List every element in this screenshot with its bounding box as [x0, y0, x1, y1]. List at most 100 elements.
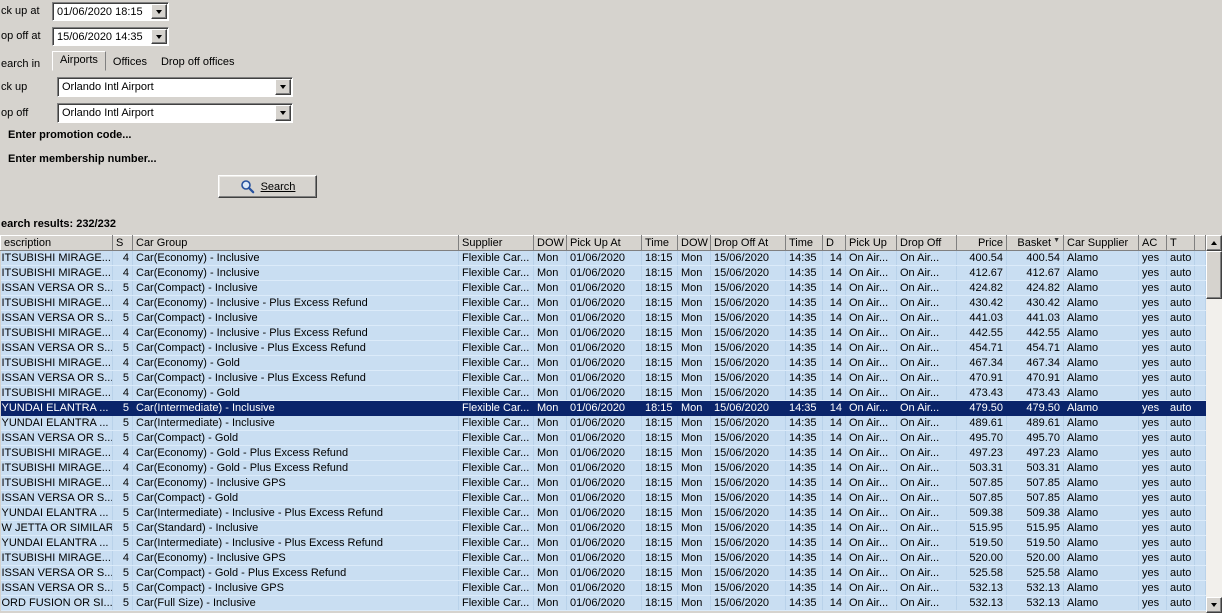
column-header-seats[interactable]: S [112, 235, 133, 251]
cell-days: 14 [822, 355, 846, 371]
cell-supplier: Flexible Car... [458, 550, 534, 566]
column-header-transmission[interactable]: T [1166, 235, 1195, 251]
cell-time-pick-up: 18:15 [641, 280, 678, 296]
column-header-pick-up-at[interactable]: Pick Up At [566, 235, 642, 251]
column-header-ac[interactable]: AC [1138, 235, 1167, 251]
promotion-code-link[interactable]: Enter promotion code... [8, 129, 131, 141]
cell-dow-pick-up: Mon [533, 550, 567, 566]
column-header-time-drop-off[interactable]: Time [785, 235, 823, 251]
drop-off-location-select[interactable]: Orlando Intl Airport [57, 103, 293, 123]
table-row[interactable]: ITSUBISHI MIRAGE... 4 Car(Economy) - Gold … [0, 460, 1206, 476]
table-row[interactable]: YUNDAI ELANTRA ... 5 Car(Intermediate) - I… [0, 505, 1206, 521]
column-header-drop-off-at[interactable]: Drop Off At [710, 235, 786, 251]
pick-up-at-field[interactable]: 01/06/2020 18:15 [52, 2, 169, 21]
table-row[interactable]: ITSUBISHI MIRAGE... 4 Car(Economy) - Inclu… [0, 550, 1206, 566]
cell-days: 14 [822, 250, 846, 266]
table-row[interactable]: ISSAN VERSA OR S... 5 Car(Compact) - Inclu… [0, 310, 1206, 326]
column-header-basket[interactable]: Basket ▼ [1006, 235, 1064, 251]
table-row[interactable]: ITSUBISHI MIRAGE... 4 Car(Economy) - Inclu… [0, 475, 1206, 491]
cell-filler [1194, 340, 1206, 356]
cell-dow-pick-up: Mon [533, 265, 567, 281]
table-row[interactable]: ITSUBISHI MIRAGE... 4 Car(Economy) - Inclu… [0, 265, 1206, 281]
column-header-drop-off-location[interactable]: Drop Off [896, 235, 957, 251]
scroll-down-button[interactable] [1206, 597, 1222, 613]
drop-off-at-field[interactable]: 15/06/2020 14:35 [52, 27, 169, 46]
cell-description: ISSAN VERSA OR S... [0, 370, 113, 386]
cell-dow-drop-off: Mon [677, 355, 711, 371]
cell-drop-off-at: 15/06/2020 [710, 565, 786, 581]
tab-drop-off-offices[interactable]: Drop off offices [154, 53, 242, 71]
drop-off-location-value: Orlando Intl Airport [59, 105, 275, 121]
cell-description: ISSAN VERSA OR S... [0, 340, 113, 356]
pick-up-location-select[interactable]: Orlando Intl Airport [57, 77, 293, 97]
cell-dow-drop-off: Mon [677, 535, 711, 551]
table-row[interactable]: ISSAN VERSA OR S... 5 Car(Compact) - Inclu… [0, 370, 1206, 386]
cell-pick-up-location: On Air... [845, 325, 897, 341]
table-row[interactable]: ITSUBISHI MIRAGE... 4 Car(Economy) - Inclu… [0, 325, 1206, 341]
table-row[interactable]: ITSUBISHI MIRAGE... 4 Car(Economy) - Gold F… [0, 355, 1206, 371]
column-header-pick-up-location[interactable]: Pick Up [845, 235, 897, 251]
table-row[interactable]: ISSAN VERSA OR S... 5 Car(Compact) - Inclu… [0, 340, 1206, 356]
scroll-up-button[interactable] [1206, 235, 1222, 251]
chevron-down-icon [156, 34, 162, 39]
search-button[interactable]: Search [218, 175, 317, 198]
table-row[interactable]: ISSAN VERSA OR S... 5 Car(Compact) - Gold F… [0, 430, 1206, 446]
table-row[interactable]: ISSAN VERSA OR S... 5 Car(Compact) - Inclu… [0, 580, 1206, 596]
cell-filler [1194, 595, 1206, 611]
cell-time-drop-off: 14:35 [785, 310, 823, 326]
table-row[interactable]: ITSUBISHI MIRAGE... 4 Car(Economy) - Inclu… [0, 295, 1206, 311]
cell-car-supplier: Alamo [1063, 505, 1139, 521]
cell-supplier: Flexible Car... [458, 295, 534, 311]
column-header-car-supplier[interactable]: Car Supplier [1063, 235, 1139, 251]
table-row[interactable]: ITSUBISHI MIRAGE... 4 Car(Economy) - Gold … [0, 445, 1206, 461]
cell-drop-off-at: 15/06/2020 [710, 385, 786, 401]
column-header-dow-drop-off[interactable]: DOW [677, 235, 711, 251]
drop-off-at-label: op off at [1, 30, 41, 42]
cell-ac: yes [1138, 250, 1167, 266]
cell-seats: 5 [112, 280, 133, 296]
pick-up-at-dropdown-button[interactable] [151, 4, 167, 19]
scrollbar-thumb[interactable] [1206, 251, 1222, 299]
column-header-dow-pick-up[interactable]: DOW [533, 235, 567, 251]
table-row[interactable]: ITSUBISHI MIRAGE... 4 Car(Economy) - Inclu… [0, 250, 1206, 266]
table-row[interactable]: ORD FUSION OR SI... 5 Car(Full Size) - Inc… [0, 595, 1206, 611]
drop-off-location-dropdown-button[interactable] [275, 105, 291, 121]
cell-pick-up-at: 01/06/2020 [566, 310, 642, 326]
cell-dow-pick-up: Mon [533, 565, 567, 581]
vertical-scrollbar[interactable] [1206, 235, 1222, 613]
table-row[interactable]: ITSUBISHI MIRAGE... 4 Car(Economy) - Gold F… [0, 385, 1206, 401]
cell-drop-off-at: 15/06/2020 [710, 595, 786, 611]
cell-drop-off-location: On Air... [896, 430, 957, 446]
cell-price: 503.31 [956, 460, 1007, 476]
car-rental-search-window: ck up at 01/06/2020 18:15 op off at 15/0… [0, 0, 1222, 613]
tab-airports[interactable]: Airports [52, 51, 106, 71]
cell-transmission: auto [1166, 490, 1195, 506]
cell-time-drop-off: 14:35 [785, 355, 823, 371]
cell-dow-drop-off: Mon [677, 505, 711, 521]
pick-up-at-label: ck up at [1, 5, 40, 17]
cell-dow-drop-off: Mon [677, 280, 711, 296]
cell-time-pick-up: 18:15 [641, 265, 678, 281]
table-row[interactable]: ISSAN VERSA OR S... 5 Car(Compact) - Inclu… [0, 280, 1206, 296]
tab-offices[interactable]: Offices [106, 53, 154, 71]
membership-number-link[interactable]: Enter membership number... [8, 153, 157, 165]
cell-dow-pick-up: Mon [533, 415, 567, 431]
column-header-time-pick-up[interactable]: Time [641, 235, 678, 251]
table-row[interactable]: W JETTA OR SIMILAR 5 Car(Standard) - Inclu… [0, 520, 1206, 536]
column-header-days[interactable]: D [822, 235, 846, 251]
cell-time-drop-off: 14:35 [785, 580, 823, 596]
drop-off-at-dropdown-button[interactable] [151, 29, 167, 44]
column-header-supplier[interactable]: Supplier [458, 235, 534, 251]
cell-pick-up-at: 01/06/2020 [566, 295, 642, 311]
column-header-price[interactable]: Price [956, 235, 1007, 251]
pick-up-location-dropdown-button[interactable] [275, 79, 291, 95]
table-row[interactable]: YUNDAI ELANTRA ... 5 Car(Intermediate) - I… [0, 415, 1206, 431]
column-header-car-group[interactable]: Car Group [132, 235, 459, 251]
table-row[interactable]: ISSAN VERSA OR S... 5 Car(Compact) - Gold … [0, 565, 1206, 581]
cell-drop-off-location: On Air... [896, 265, 957, 281]
column-header-description[interactable]: escription [0, 235, 113, 251]
table-row[interactable]: ISSAN VERSA OR S... 5 Car(Compact) - Gold F… [0, 490, 1206, 506]
cell-price: 507.85 [956, 490, 1007, 506]
table-row[interactable]: YUNDAI ELANTRA ... 5 Car(Intermediate) - I… [0, 400, 1206, 416]
table-row[interactable]: YUNDAI ELANTRA ... 5 Car(Intermediate) - I… [0, 535, 1206, 551]
